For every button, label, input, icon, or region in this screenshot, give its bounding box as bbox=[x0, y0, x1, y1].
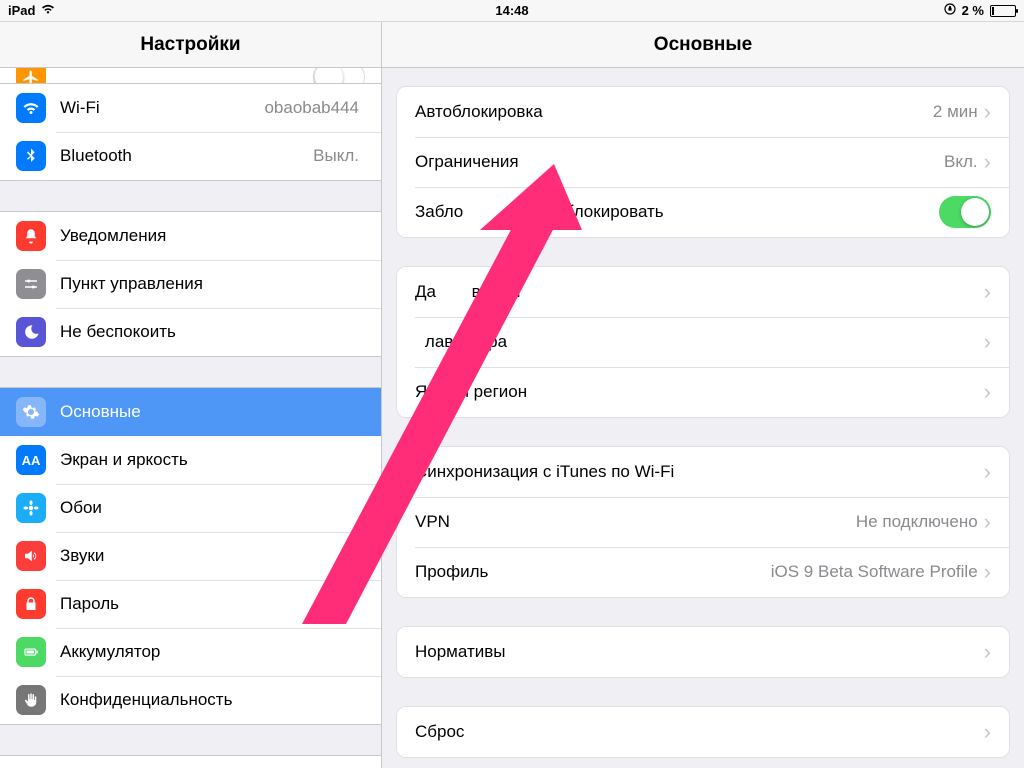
sidebar-item-dnd[interactable]: Не беспокоить bbox=[0, 308, 381, 356]
sidebar-item-battery[interactable]: Аккумулятор bbox=[0, 628, 381, 676]
gear-icon bbox=[16, 397, 46, 427]
status-bar: iPad 14:48 2 % bbox=[0, 0, 1024, 22]
battery-settings-icon bbox=[16, 637, 46, 667]
sidebar-item-controlcenter[interactable]: Пункт управления bbox=[0, 260, 381, 308]
detail-title: Основные bbox=[382, 22, 1024, 68]
chevron-right-icon: › bbox=[984, 721, 991, 743]
sidebar-item-label: Уведомления bbox=[60, 226, 365, 246]
sidebar-scroll[interactable]: Wi-Fi obaobab444 Bluetooth Выкл. bbox=[0, 68, 381, 768]
sidebar-item-label: Аккумулятор bbox=[60, 642, 365, 662]
row-vpn[interactable]: VPN Не подключено › bbox=[397, 497, 1009, 547]
row-keyboard[interactable]: Клавиатура › bbox=[397, 317, 1009, 367]
bluetooth-icon bbox=[16, 141, 46, 171]
chevron-right-icon: › bbox=[984, 461, 991, 483]
chevron-right-icon: › bbox=[984, 281, 991, 303]
row-label: Автоблокировка bbox=[415, 102, 933, 122]
settings-sidebar: Настройки Wi-Fi bbox=[0, 22, 382, 768]
bell-icon bbox=[16, 221, 46, 251]
row-label: Сброс bbox=[415, 722, 984, 742]
wifi-settings-icon bbox=[16, 93, 46, 123]
bluetooth-value: Выкл. bbox=[313, 146, 359, 166]
sidebar-item-bluetooth[interactable]: Bluetooth Выкл. bbox=[0, 132, 381, 180]
row-label: Язык и регион bbox=[415, 382, 984, 402]
row-label: Синхронизация с iTunes по Wi-Fi bbox=[415, 462, 984, 482]
airplane-toggle[interactable] bbox=[313, 68, 365, 84]
row-label: Дата и время bbox=[415, 282, 984, 302]
row-datetime[interactable]: Дата и время › bbox=[397, 267, 1009, 317]
row-value: Не подключено bbox=[856, 512, 978, 532]
sidebar-item-icloud[interactable]: iCloud bbox=[0, 756, 381, 768]
row-value: 2 мин bbox=[933, 102, 978, 122]
detail-scroll[interactable]: Автоблокировка 2 мин › Ограничения Вкл. … bbox=[382, 68, 1024, 768]
row-restrictions[interactable]: Ограничения Вкл. › bbox=[397, 137, 1009, 187]
sidebar-item-label: Основные bbox=[60, 402, 365, 422]
sidebar-item-label: Wi-Fi bbox=[60, 98, 264, 118]
moon-icon bbox=[16, 317, 46, 347]
sidebar-item-notifications[interactable]: Уведомления bbox=[0, 212, 381, 260]
sidebar-item-label: Не беспокоить bbox=[60, 322, 365, 342]
sidebar-item-label: Обои bbox=[60, 498, 365, 518]
row-reset[interactable]: Сброс › bbox=[397, 707, 1009, 757]
row-label: Профиль bbox=[415, 562, 771, 582]
row-lock-unlock[interactable]: Заблокировать/разблокировать bbox=[397, 187, 1009, 237]
chevron-right-icon: › bbox=[984, 561, 991, 583]
row-value: Вкл. bbox=[944, 152, 978, 172]
chevron-right-icon: › bbox=[984, 151, 991, 173]
chevron-right-icon: › bbox=[984, 511, 991, 533]
sidebar-item-airplane[interactable] bbox=[0, 68, 381, 84]
sidebar-item-sounds[interactable]: Звуки bbox=[0, 532, 381, 580]
row-label: Клавиатура bbox=[415, 332, 984, 352]
sliders-icon bbox=[16, 269, 46, 299]
sidebar-item-label: Bluetooth bbox=[60, 146, 313, 166]
detail-pane: Основные Автоблокировка 2 мин › Ограниче… bbox=[382, 22, 1024, 768]
orientation-lock-icon bbox=[944, 3, 956, 18]
chevron-right-icon: › bbox=[984, 641, 991, 663]
battery-percent: 2 % bbox=[962, 3, 984, 18]
airplane-icon bbox=[16, 68, 46, 84]
row-regulatory[interactable]: Нормативы › bbox=[397, 627, 1009, 677]
sidebar-item-label: Пароль bbox=[60, 594, 365, 614]
row-itunes-wifi-sync[interactable]: Синхронизация с iTunes по Wi-Fi › bbox=[397, 447, 1009, 497]
speaker-icon bbox=[16, 541, 46, 571]
row-value: iOS 9 Beta Software Profile bbox=[771, 562, 978, 582]
device-label: iPad bbox=[8, 3, 35, 18]
chevron-right-icon: › bbox=[984, 101, 991, 123]
sidebar-title: Настройки bbox=[0, 22, 381, 68]
row-language-region[interactable]: Язык и регион › bbox=[397, 367, 1009, 417]
lock-icon bbox=[16, 589, 46, 619]
row-label: Заблокировать/разблокировать bbox=[415, 202, 939, 222]
hand-icon bbox=[16, 685, 46, 715]
row-autolock[interactable]: Автоблокировка 2 мин › bbox=[397, 87, 1009, 137]
wifi-value: obaobab444 bbox=[264, 98, 359, 118]
text-size-icon: AA bbox=[16, 445, 46, 475]
row-label: Нормативы bbox=[415, 642, 984, 662]
sidebar-item-label: Экран и яркость bbox=[60, 450, 365, 470]
row-label: Ограничения bbox=[415, 152, 944, 172]
flower-icon bbox=[16, 493, 46, 523]
sidebar-item-label: Звуки bbox=[60, 546, 365, 566]
clock: 14:48 bbox=[495, 3, 528, 18]
sidebar-item-passcode[interactable]: Пароль bbox=[0, 580, 381, 628]
wifi-icon bbox=[41, 3, 55, 18]
sidebar-item-general[interactable]: Основные bbox=[0, 388, 381, 436]
chevron-right-icon: › bbox=[984, 331, 991, 353]
sidebar-item-label: Пункт управления bbox=[60, 274, 365, 294]
lock-unlock-toggle[interactable] bbox=[939, 196, 991, 228]
row-label: VPN bbox=[415, 512, 856, 532]
battery-icon bbox=[990, 5, 1016, 17]
sidebar-item-wallpaper[interactable]: Обои bbox=[0, 484, 381, 532]
sidebar-item-display[interactable]: AA Экран и яркость bbox=[0, 436, 381, 484]
row-profile[interactable]: Профиль iOS 9 Beta Software Profile › bbox=[397, 547, 1009, 597]
sidebar-item-privacy[interactable]: Конфиденциальность bbox=[0, 676, 381, 724]
sidebar-item-label: Конфиденциальность bbox=[60, 690, 365, 710]
chevron-right-icon: › bbox=[984, 381, 991, 403]
sidebar-item-wifi[interactable]: Wi-Fi obaobab444 bbox=[0, 84, 381, 132]
